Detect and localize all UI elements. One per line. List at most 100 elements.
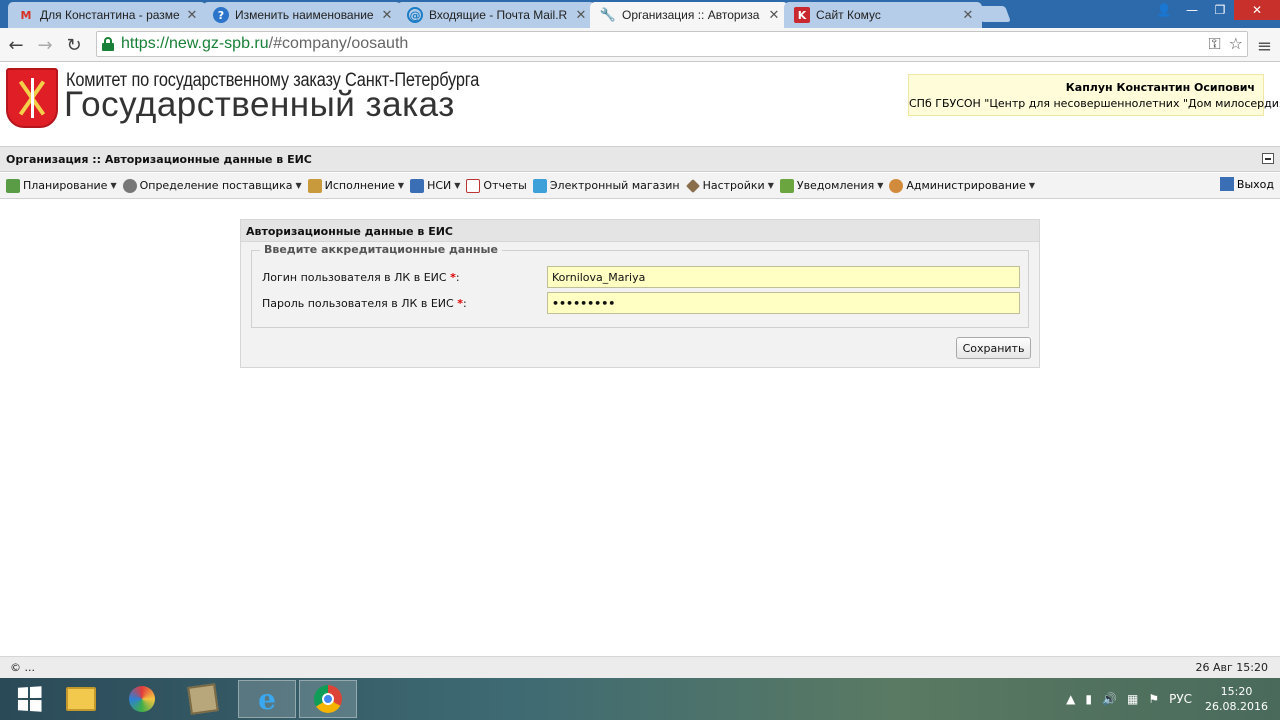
user-icon[interactable]: 👤 bbox=[1150, 0, 1178, 20]
taskbar-app-2[interactable] bbox=[113, 680, 171, 718]
page-footer: © ... 26 Авг 15:20 bbox=[0, 656, 1280, 678]
browser-tab-strip: M Для Константина - разме ✕ ? Изменить н… bbox=[0, 0, 1280, 28]
logout-label: Выход bbox=[1236, 177, 1274, 191]
clock-time: 15:20 bbox=[1220, 685, 1253, 698]
panel-title: Авторизационные данные в ЕИС bbox=[241, 220, 1039, 242]
folder-icon bbox=[66, 687, 96, 711]
user-icon bbox=[889, 178, 904, 193]
menu-item-execution[interactable]: Исполнение ▼ bbox=[307, 178, 404, 193]
logout-icon bbox=[1219, 177, 1234, 191]
wrench-icon: 🔧 bbox=[599, 7, 617, 23]
save-button[interactable]: Сохранить bbox=[956, 337, 1031, 359]
taskbar-chrome[interactable] bbox=[299, 680, 357, 718]
minimize-icon[interactable]: — bbox=[1178, 0, 1206, 20]
lock-icon bbox=[101, 37, 115, 51]
colorful-app-icon bbox=[129, 686, 155, 712]
logout-button[interactable]: Выход bbox=[1219, 177, 1274, 191]
start-button[interactable] bbox=[0, 680, 58, 718]
login-row: Логин пользователя в ЛК в ЕИС *: Kornilo… bbox=[262, 266, 1020, 288]
menu-item-settings[interactable]: Настройки ▼ bbox=[685, 178, 774, 193]
menu-item-notifications[interactable]: Уведомления ▼ bbox=[779, 178, 884, 193]
menu-item-eshop[interactable]: Электронный магазин bbox=[532, 178, 680, 193]
network-icon[interactable]: ▦ bbox=[1127, 692, 1138, 706]
footer-timestamp: 26 Авг 15:20 bbox=[1195, 661, 1268, 674]
clock-date: 26.08.2016 bbox=[1205, 700, 1268, 713]
book-icon bbox=[410, 178, 425, 193]
new-tab-button[interactable] bbox=[975, 6, 1011, 22]
browser-tab-gmail[interactable]: M Для Константина - разме ✕ bbox=[8, 2, 206, 28]
forward-arrow-icon[interactable]: → bbox=[33, 33, 57, 57]
taskbar-ie[interactable]: e bbox=[238, 680, 296, 718]
page-title-bar: Организация :: Авторизационные данные в … bbox=[0, 146, 1280, 172]
windows-taskbar: e ▲ ▮ 🔊 ▦ ⚑ РУС 15:20 26.08.2016 bbox=[0, 678, 1280, 720]
window-close-icon[interactable]: ✕ bbox=[1234, 0, 1280, 20]
browser-tab-help[interactable]: ? Изменить наименование ✕ bbox=[203, 2, 401, 28]
close-icon[interactable]: ✕ bbox=[575, 8, 587, 23]
collapse-icon[interactable] bbox=[1262, 153, 1274, 164]
hamburger-menu-icon[interactable]: ≡ bbox=[1257, 36, 1272, 57]
language-indicator[interactable]: РУС bbox=[1169, 692, 1192, 706]
close-icon[interactable]: ✕ bbox=[962, 8, 974, 23]
mail-ru-icon: @ bbox=[407, 7, 423, 23]
tab-title: Изменить наименование bbox=[235, 8, 374, 22]
menu-item-label: Администрирование bbox=[906, 179, 1026, 192]
caret-down-icon: ▼ bbox=[295, 181, 302, 190]
address-bar[interactable]: https://new.gz-spb.ru/#company/oosauth ⚿… bbox=[96, 31, 1248, 57]
notification-icon bbox=[779, 178, 794, 193]
caret-down-icon: ▼ bbox=[767, 181, 774, 190]
password-label: Пароль пользователя в ЛК в ЕИС *: bbox=[262, 296, 467, 310]
url-path: /#company/oosauth bbox=[268, 35, 409, 52]
menu-item-label: НСИ bbox=[427, 179, 452, 192]
close-icon[interactable]: ✕ bbox=[768, 8, 780, 23]
browser-tab-mail[interactable]: @ Входящие - Почта Mail.R ✕ bbox=[397, 2, 595, 28]
menu-item-label: Электронный магазин bbox=[549, 179, 680, 192]
login-input[interactable]: Kornilova_Mariya bbox=[547, 266, 1020, 288]
battery-icon[interactable]: ▮ bbox=[1085, 692, 1092, 706]
brand-title: Государственный заказ bbox=[64, 85, 455, 124]
flag-icon[interactable]: ⚑ bbox=[1148, 692, 1159, 706]
menu-item-administration[interactable]: Администрирование ▼ bbox=[889, 178, 1035, 193]
close-icon[interactable]: ✕ bbox=[381, 8, 393, 23]
menu-item-reports[interactable]: Отчеты bbox=[466, 178, 527, 193]
copyright: © ... bbox=[10, 661, 35, 674]
archive-icon bbox=[187, 683, 219, 715]
caret-down-icon: ▼ bbox=[877, 181, 884, 190]
reload-icon[interactable]: ↻ bbox=[62, 33, 86, 57]
close-icon[interactable]: ✕ bbox=[186, 8, 198, 23]
taskbar-app-3[interactable] bbox=[174, 680, 232, 718]
password-input[interactable]: ••••••••• bbox=[547, 292, 1020, 314]
user-info-box: Каплун Константин Осипович СПб ГБУСОН "Ц… bbox=[908, 74, 1280, 116]
menu-item-supplier[interactable]: Определение поставщика ▼ bbox=[122, 178, 302, 193]
browser-tab-active[interactable]: 🔧 Организация :: Авториза ✕ bbox=[590, 2, 788, 28]
maximize-icon[interactable]: ❐ bbox=[1206, 0, 1234, 20]
star-icon[interactable]: ☆ bbox=[1229, 34, 1243, 54]
komus-icon: K bbox=[794, 7, 810, 23]
windows-icon bbox=[17, 686, 42, 712]
menu-item-planning[interactable]: Планирование ▼ bbox=[6, 178, 117, 193]
omnibox-icons: ⚿ ☆ bbox=[1208, 34, 1243, 54]
menu-item-label: Определение поставщика bbox=[139, 179, 293, 192]
tray-expand-icon[interactable]: ▲ bbox=[1066, 692, 1075, 706]
browser-toolbar: ← → ↻ https://new.gz-spb.ru/#company/oos… bbox=[0, 28, 1280, 62]
gears-icon bbox=[122, 178, 137, 193]
menu-item-label: Уведомления bbox=[796, 179, 875, 192]
key-icon[interactable]: ⚿ bbox=[1208, 34, 1220, 54]
clock[interactable]: 15:20 26.08.2016 bbox=[1205, 684, 1268, 714]
menu-item-nsi[interactable]: НСИ ▼ bbox=[410, 178, 460, 193]
eis-auth-panel: Авторизационные данные в ЕИС Введите акк… bbox=[240, 219, 1040, 368]
menu-item-label: Отчеты bbox=[483, 179, 527, 192]
back-arrow-icon[interactable]: ← bbox=[4, 33, 28, 57]
tab-title: Организация :: Авториза bbox=[622, 8, 760, 22]
login-label: Логин пользователя в ЛК в ЕИС *: bbox=[262, 270, 460, 284]
menu-item-label: Исполнение bbox=[324, 179, 395, 192]
system-tray: ▲ ▮ 🔊 ▦ ⚑ РУС 15:20 26.08.2016 bbox=[1061, 678, 1280, 720]
gmail-icon: M bbox=[20, 8, 32, 22]
report-icon bbox=[466, 178, 481, 193]
menu-item-label: Планирование bbox=[23, 179, 108, 192]
browser-tab-komus[interactable]: K Сайт Комус ✕ bbox=[784, 2, 982, 28]
taskbar-explorer[interactable] bbox=[52, 680, 110, 718]
url-host: https://new.gz-spb.ru bbox=[121, 35, 269, 52]
execution-icon bbox=[307, 178, 322, 193]
fieldset-legend: Введите аккредитационные данные bbox=[260, 243, 502, 256]
volume-icon[interactable]: 🔊 bbox=[1102, 692, 1117, 706]
